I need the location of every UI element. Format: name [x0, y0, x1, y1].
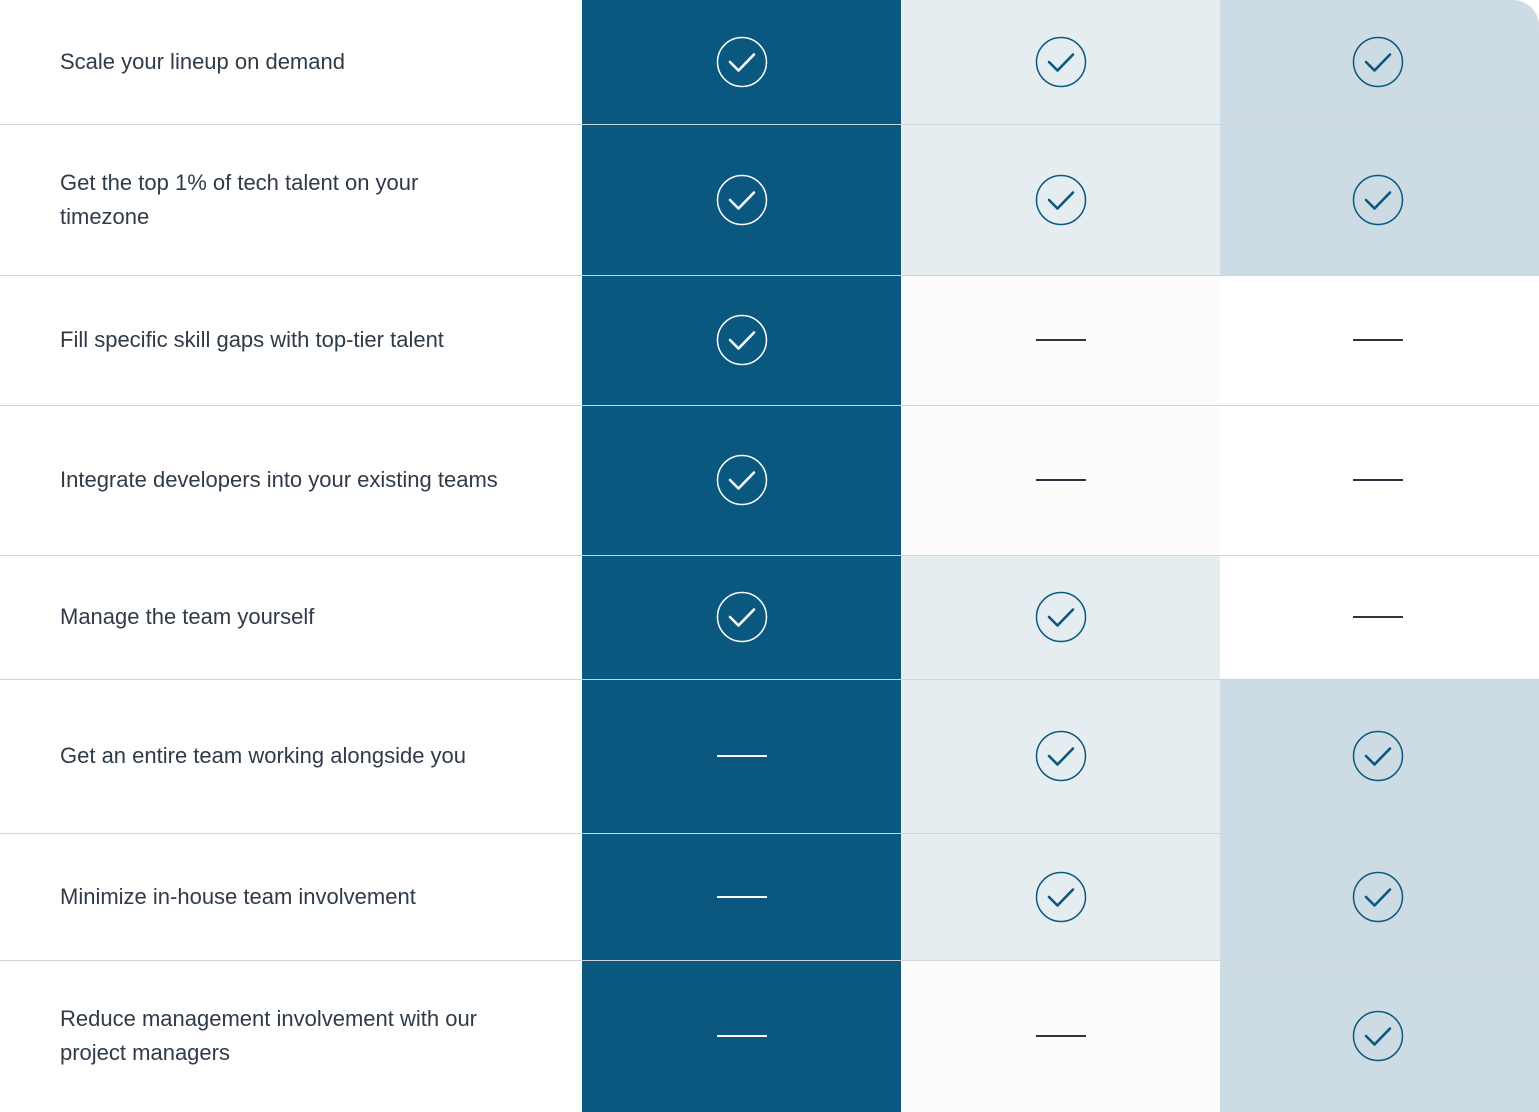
- plan-2-cell: [901, 833, 1220, 960]
- feature-label: Manage the team yourself: [60, 604, 315, 629]
- table-row: Integrate developers into your existing …: [0, 405, 1539, 555]
- plan-1-cell: [582, 0, 901, 124]
- table-row: Scale your lineup on demand: [0, 0, 1539, 124]
- row-divider: [0, 555, 1539, 556]
- row-divider: [0, 679, 1539, 680]
- plan-2-cell: [901, 0, 1220, 124]
- table-row: Manage the team yourself: [0, 555, 1539, 679]
- feature-label: Scale your lineup on demand: [60, 49, 345, 74]
- plan-3-cell: [1220, 0, 1539, 124]
- plan-3-cell: [1220, 405, 1539, 555]
- table-row: Fill specific skill gaps with top-tier t…: [0, 275, 1539, 405]
- plan-1-cell: [582, 275, 901, 405]
- table-row: Get the top 1% of tech talent on your ti…: [0, 124, 1539, 275]
- plan-2-cell: [901, 960, 1220, 1112]
- plan-2-cell: [901, 275, 1220, 405]
- plan-2-cell: [901, 124, 1220, 275]
- feature-label: Reduce management involvement with our p…: [60, 1006, 478, 1065]
- feature-label: Minimize in-house team involvement: [60, 883, 416, 909]
- plan-1-cell: [582, 833, 901, 960]
- feature-label: Fill specific skill gaps with top-tier t…: [60, 327, 444, 352]
- plan-3-cell: [1220, 124, 1539, 275]
- plan-3-cell: [1220, 960, 1539, 1112]
- plan-3-cell: [1220, 833, 1539, 960]
- plan-3-cell: [1220, 679, 1539, 833]
- plan-2-cell: [901, 679, 1220, 833]
- row-divider: [0, 275, 1539, 276]
- table-row: Reduce management involvement with our p…: [0, 960, 1539, 1112]
- plan-2-cell: [901, 555, 1220, 679]
- row-divider: [0, 833, 1539, 834]
- feature-label: Get the top 1% of tech talent on your ti…: [60, 169, 419, 229]
- comparison-table: Scale your lineup on demand Get the top …: [0, 0, 1539, 1112]
- plan-3-cell: [1220, 275, 1539, 405]
- plan-1-cell: [582, 960, 901, 1112]
- plan-2-cell: [901, 405, 1220, 555]
- table-row: Get an entire team working alongside you: [0, 679, 1539, 833]
- plan-1-cell: [582, 679, 901, 833]
- feature-label: Get an entire team working alongside you: [60, 743, 467, 768]
- plan-3-cell: [1220, 555, 1539, 679]
- plan-1-cell: [582, 405, 901, 555]
- plan-1-cell: [582, 555, 901, 679]
- table-row: Minimize in-house team involvement: [0, 833, 1539, 960]
- feature-label: Integrate developers into your existing …: [60, 467, 498, 492]
- row-divider: [0, 124, 1539, 125]
- plan-1-cell: [582, 124, 901, 275]
- row-divider: [0, 405, 1539, 406]
- row-divider: [0, 960, 1539, 961]
